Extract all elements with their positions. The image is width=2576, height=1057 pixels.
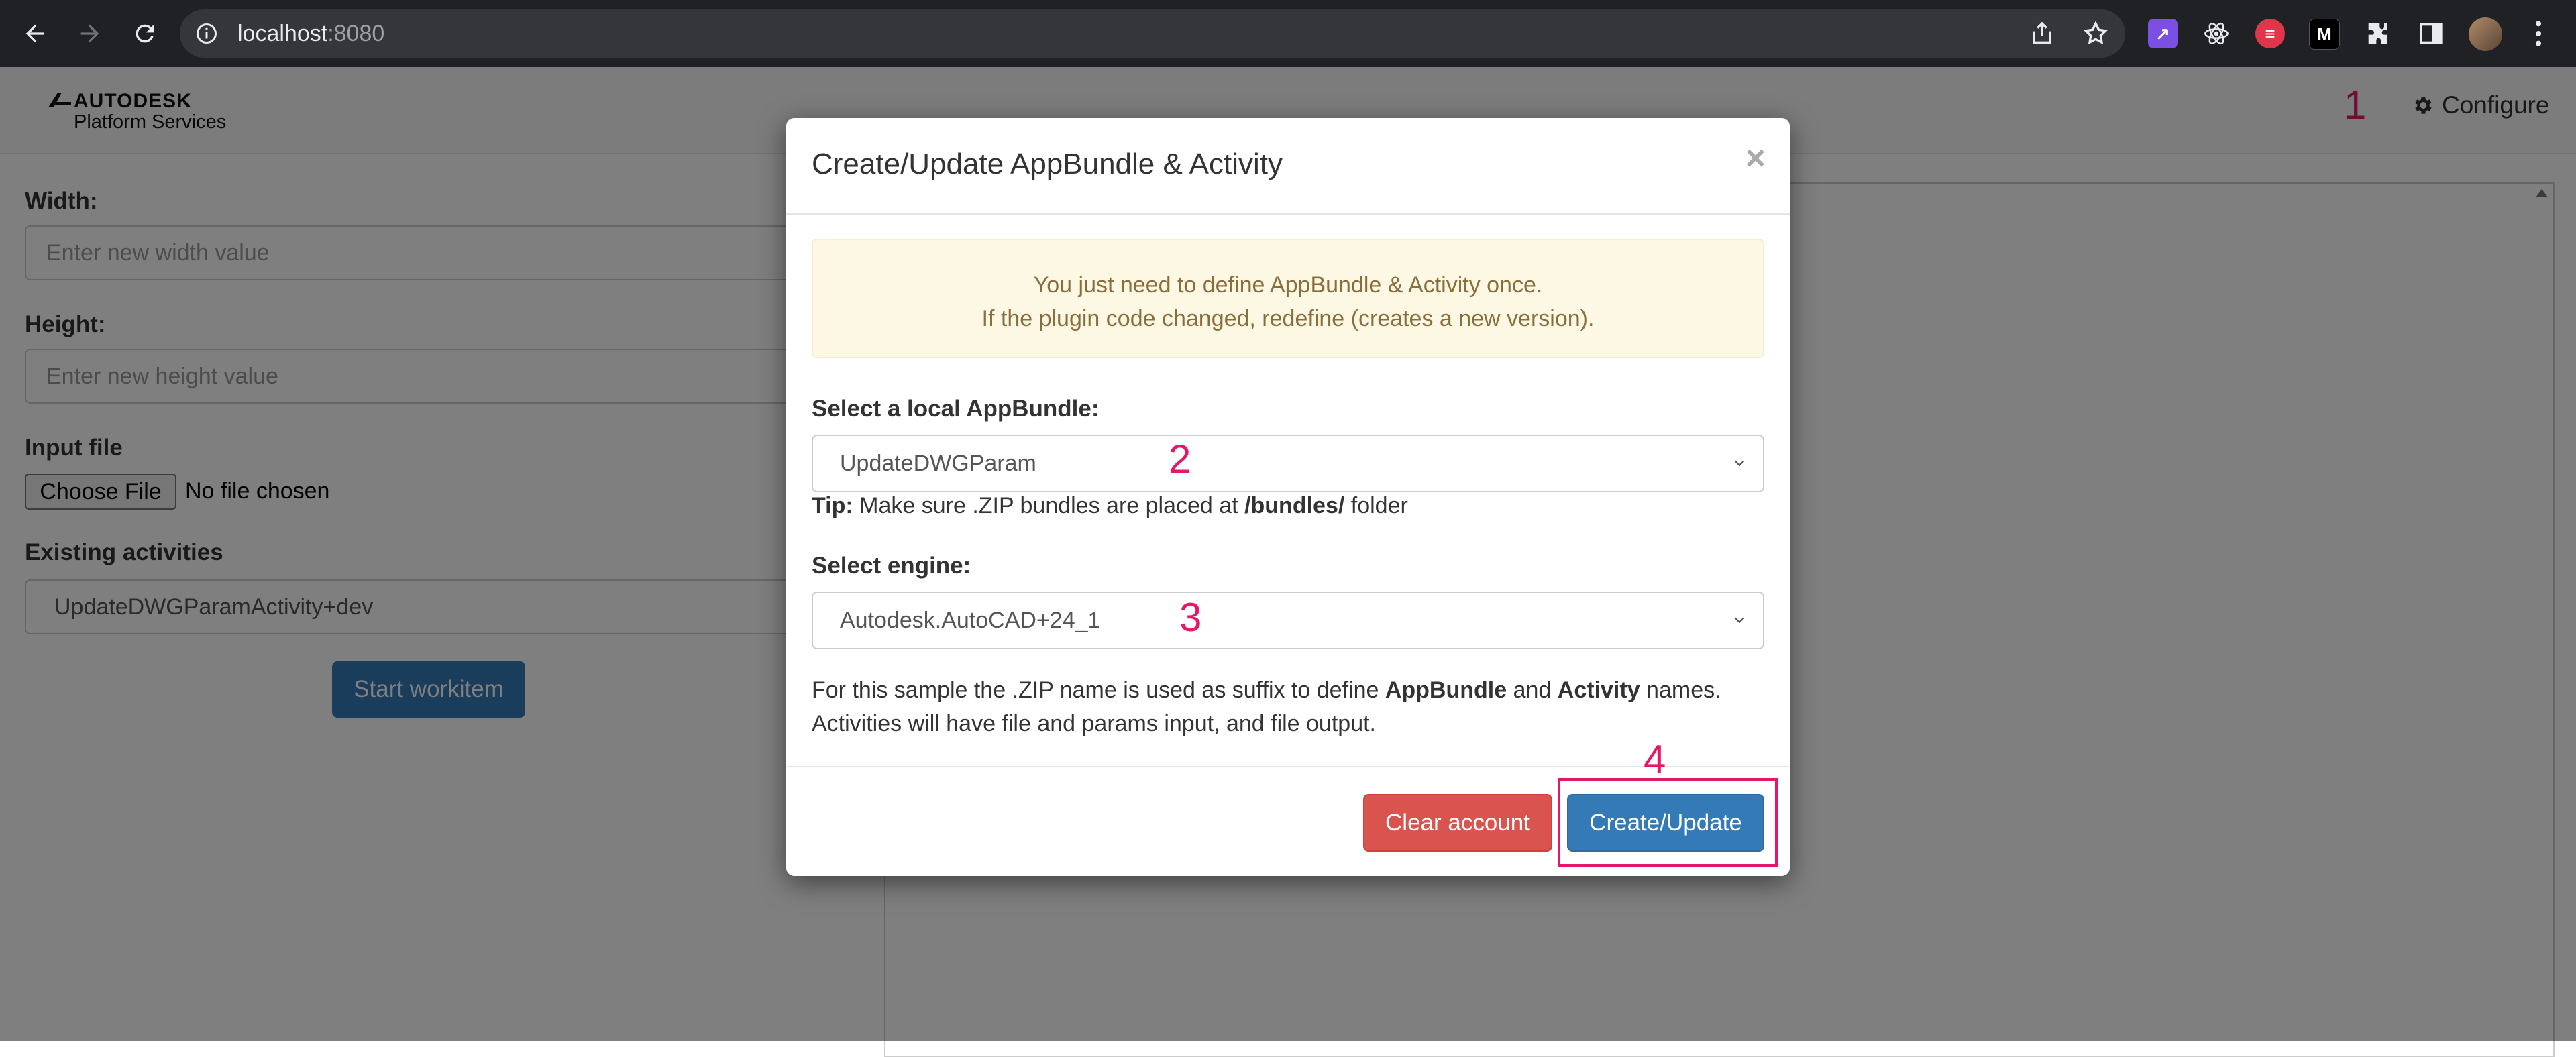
forward-button[interactable] xyxy=(71,15,109,52)
back-button[interactable] xyxy=(16,15,54,52)
tip-text: Tip: Make sure .ZIP bundles are placed a… xyxy=(812,493,1408,518)
address-bar[interactable]: localhost:8080 xyxy=(180,9,2125,58)
bookmark-star-icon[interactable] xyxy=(2082,20,2109,47)
step-annotation-4: 4 xyxy=(1644,737,1666,782)
chevron-down-icon xyxy=(1734,617,1745,624)
info-alert: You just need to define AppBundle & Acti… xyxy=(812,239,1764,358)
puzzle-extensions-icon[interactable] xyxy=(2363,19,2392,48)
step-annotation-3: 3 xyxy=(1179,595,1202,640)
more-menu-icon[interactable] xyxy=(2530,19,2546,48)
appbundle-modal: Create/Update AppBundle & Activity × You… xyxy=(786,118,1790,876)
reload-icon xyxy=(136,24,154,43)
annotation-highlight-box xyxy=(1558,778,1778,867)
description-text: For this sample the .ZIP name is used as… xyxy=(812,677,1721,736)
appbundle-value: UpdateDWGParam xyxy=(840,451,1036,476)
arrow-right-icon xyxy=(80,24,99,43)
profile-avatar[interactable] xyxy=(2469,17,2502,51)
extension-3-icon[interactable]: ≡ xyxy=(2255,19,2285,48)
engine-select[interactable]: Autodesk.AutoCAD+24_1 xyxy=(812,592,1764,649)
engine-label: Select engine: xyxy=(812,553,971,579)
browser-toolbar: localhost:8080 ↗ ≡ M xyxy=(0,0,2576,67)
arrow-left-icon xyxy=(25,24,44,43)
clear-account-button[interactable]: Clear account xyxy=(1363,794,1552,852)
appbundle-label: Select a local AppBundle: xyxy=(812,396,1099,422)
url-text: localhost:8080 xyxy=(237,21,385,46)
close-icon[interactable]: × xyxy=(1746,138,1766,178)
engine-value: Autodesk.AutoCAD+24_1 xyxy=(840,608,1101,633)
appbundle-select[interactable]: UpdateDWGParam xyxy=(812,435,1764,492)
modal-title: Create/Update AppBundle & Activity xyxy=(812,148,1283,180)
side-panel-icon[interactable] xyxy=(2416,19,2446,48)
alert-line-2: If the plugin code changed, redefine (cr… xyxy=(981,306,1595,331)
modal-footer-divider xyxy=(786,766,1790,767)
reload-button[interactable] xyxy=(126,15,164,52)
modal-header: Create/Update AppBundle & Activity × xyxy=(786,118,1790,215)
info-icon[interactable] xyxy=(195,21,219,46)
step-annotation-2: 2 xyxy=(1169,437,1191,482)
react-devtools-icon[interactable] xyxy=(2202,19,2231,48)
medium-extension-icon[interactable]: M xyxy=(2309,19,2340,50)
chevron-down-icon xyxy=(1734,460,1745,467)
alert-line-1: You just need to define AppBundle & Acti… xyxy=(1033,272,1543,298)
extension-1-icon[interactable]: ↗ xyxy=(2148,19,2178,48)
share-icon[interactable] xyxy=(2029,20,2055,47)
